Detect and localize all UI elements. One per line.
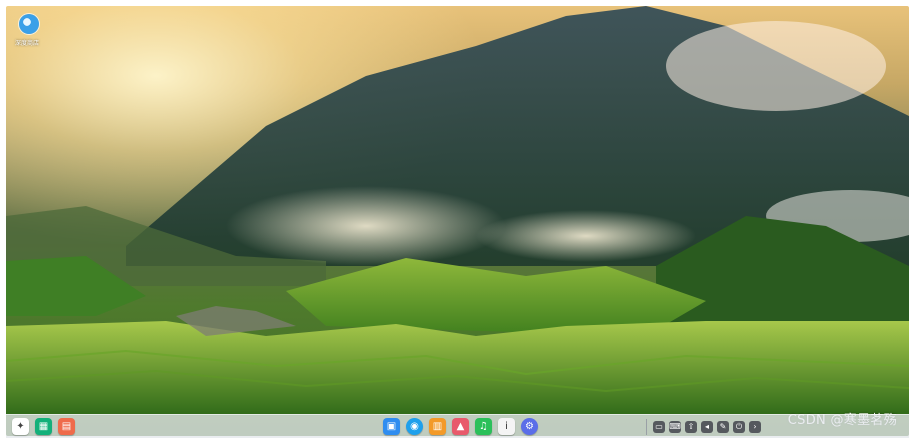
app-store-icon[interactable]: ▤ — [58, 418, 75, 435]
browser-icon[interactable]: ◉ — [406, 418, 423, 435]
photos-icon[interactable]: ▲ — [452, 418, 469, 435]
keyboard-icon[interactable]: ⌨ — [669, 420, 681, 433]
wallpaper-landscape — [6, 6, 909, 416]
notes-icon[interactable]: i — [498, 418, 515, 435]
tray-separator — [646, 418, 647, 435]
dock-center-apps: ▣ ◉ ▥ ▲ ♫ i ⚙ — [383, 418, 538, 435]
music-icon[interactable]: ♫ — [475, 418, 492, 435]
deepin-store-icon — [19, 14, 39, 34]
volume-icon[interactable]: ◂ — [701, 420, 713, 433]
desktop-shortcut-app-store[interactable]: 深度商店 — [14, 14, 42, 47]
edit-icon[interactable]: ✎ — [717, 420, 729, 433]
multitask-icon[interactable]: ▦ — [35, 418, 52, 435]
desktop-icon-label: 深度商店 — [14, 40, 39, 47]
file-manager-icon[interactable]: ▣ — [383, 418, 400, 435]
settings-icon[interactable]: ⚙ — [521, 418, 538, 435]
system-tray: ▭ ⌨ ⇧ ◂ ✎ ⏻ › — [644, 418, 761, 435]
screen-icon[interactable]: ▭ — [653, 420, 665, 433]
power-icon[interactable]: ⏻ — [733, 420, 745, 433]
usb-icon[interactable]: ⇧ — [685, 420, 697, 433]
dock-left-group: ✦ ▦ ▤ — [12, 418, 75, 435]
arrow-icon[interactable]: › — [749, 420, 761, 433]
desktop-wallpaper: 深度商店 CSDN @寒墨茗殇 — [6, 6, 909, 436]
taskbar-dock: ✦ ▦ ▤ ▣ ◉ ▥ ▲ ♫ i ⚙ ▭ ⌨ ⇧ ◂ ✎ ⏻ › — [6, 414, 909, 438]
store-icon[interactable]: ▥ — [429, 418, 446, 435]
launcher-icon[interactable]: ✦ — [12, 418, 29, 435]
